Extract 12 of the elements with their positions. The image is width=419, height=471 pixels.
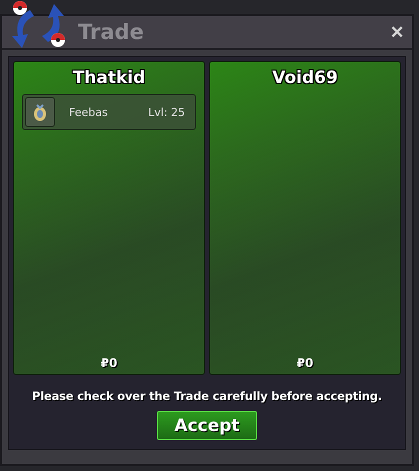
money-amount: ₽0 (100, 356, 118, 370)
window-title: Trade (78, 20, 145, 44)
accept-button[interactable]: Accept (157, 411, 257, 440)
money-amount: ₽0 (296, 356, 314, 370)
close-button[interactable]: ✕ (388, 22, 406, 42)
trader-name: Void69 (272, 68, 338, 88)
creature-icon (25, 97, 55, 127)
item-name: Feebas (69, 106, 108, 118)
item-level: Lvl: 25 (148, 106, 185, 118)
notice-text: Please check over the Trade carefully before accepting. (31, 389, 383, 403)
offer-item[interactable]: Feebas Lvl: 25 (22, 94, 196, 130)
trader-name: Thatkid (72, 68, 146, 88)
